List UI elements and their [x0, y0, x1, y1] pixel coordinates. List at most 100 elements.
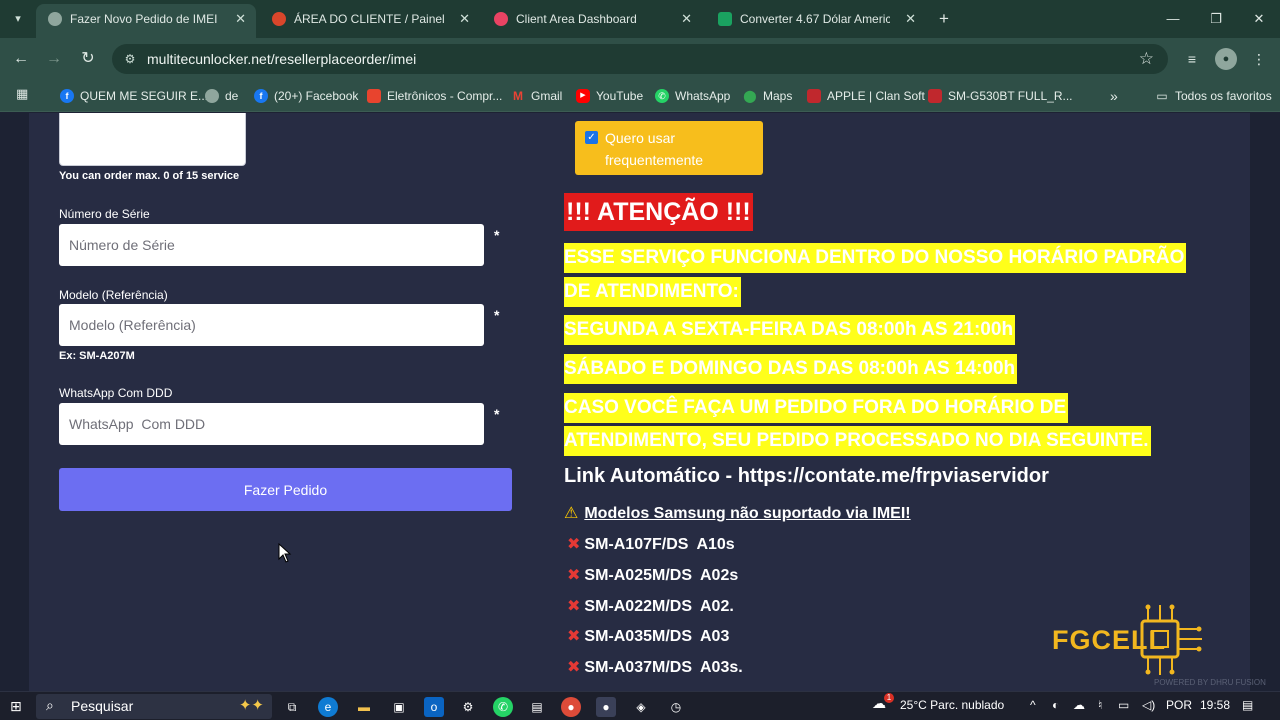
- back-arrow-icon[interactable]: ←: [10, 48, 32, 70]
- network-icon[interactable]: ▭: [1118, 698, 1129, 712]
- tab-title: ÁREA DO CLIENTE / Painel de c: [294, 12, 444, 26]
- bookmark-item[interactable]: de: [205, 86, 238, 106]
- restore-icon[interactable]: ❐: [1205, 8, 1227, 30]
- weather-text[interactable]: 25°C Parc. nublado: [900, 698, 1004, 712]
- imei-textarea[interactable]: [59, 113, 246, 166]
- bookmark-item[interactable]: M Gmail: [511, 86, 562, 106]
- media-control-icon[interactable]: ≡: [1181, 48, 1203, 70]
- volume-icon[interactable]: ◁): [1142, 698, 1155, 712]
- unsupported-warning: ⚠ Modelos Samsung não suportado via IMEI!: [564, 503, 911, 523]
- chrome-icon[interactable]: ●: [561, 697, 581, 717]
- onedrive-icon[interactable]: ☁: [1073, 698, 1085, 712]
- unsupported-model-row: ✖ SM-A037M/DS A03s.: [567, 657, 743, 677]
- bookmark-item[interactable]: SM-G530BT FULL_R...: [928, 86, 1073, 106]
- cross-icon: ✖: [567, 659, 581, 676]
- new-tab-button[interactable]: +: [934, 9, 954, 29]
- whatsapp-input[interactable]: [59, 403, 484, 445]
- automatic-link[interactable]: Link Automático - https://contate.me/frp…: [564, 465, 1049, 488]
- bookmark-item[interactable]: f (20+) Facebook: [254, 86, 358, 106]
- warning-icon: ⚠: [564, 505, 579, 522]
- tab-search-icon[interactable]: ▾: [8, 9, 28, 29]
- tab-converter[interactable]: Converter 4.67 Dólar Americano ✕: [706, 4, 926, 34]
- edge-icon[interactable]: e: [318, 697, 338, 717]
- bookmarks-bar: ▦ f QUEM ME SEGUIR E... de f (20+) Faceboo…: [0, 80, 1280, 112]
- bookmark-item[interactable]: ✆ WhatsApp: [655, 86, 730, 106]
- cross-icon: ✖: [567, 536, 581, 553]
- bookmark-item[interactable]: Eletrônicos - Compr...: [367, 86, 502, 106]
- bookmark-label: Eletrônicos - Compr...: [387, 89, 503, 103]
- converter-icon: [718, 12, 732, 26]
- address-bar[interactable]: ⚙ multitecunlocker.net/resellerplaceorde…: [112, 44, 1168, 74]
- bookmark-label: YouTube: [596, 89, 644, 103]
- minimize-icon[interactable]: —: [1162, 8, 1184, 30]
- bookmark-label: Maps: [763, 89, 793, 103]
- model-name: A10s: [696, 536, 735, 553]
- whatsapp-icon[interactable]: ✆: [493, 697, 513, 717]
- cross-icon: ✖: [567, 598, 581, 615]
- all-bookmarks-folder[interactable]: ▭ Todos os favoritos: [1155, 86, 1271, 106]
- meet-icon[interactable]: ◐: [1052, 698, 1059, 712]
- profile-avatar[interactable]: ●: [1215, 48, 1237, 70]
- site-favicon-icon: [928, 89, 942, 103]
- folder-icon: ▭: [1156, 89, 1168, 103]
- place-order-button[interactable]: Fazer Pedido: [59, 468, 512, 511]
- more-bookmarks-chevron-icon[interactable]: »: [1110, 86, 1118, 106]
- close-icon[interactable]: ✕: [235, 4, 246, 34]
- model-name: A03: [699, 628, 730, 645]
- model-input[interactable]: [59, 304, 484, 346]
- close-icon[interactable]: ✕: [681, 4, 692, 34]
- model-code: SM-A107F/DS: [584, 536, 689, 553]
- store-icon[interactable]: ▣: [389, 697, 409, 717]
- tab-client-area[interactable]: Client Area Dashboard ✕: [482, 4, 702, 34]
- attention-title: !!! ATENÇÃO !!!: [564, 193, 753, 231]
- windows-start-icon[interactable]: ⊞: [10, 698, 26, 714]
- notifications-icon[interactable]: ▤: [1242, 698, 1253, 712]
- model-name: A02s: [699, 567, 739, 584]
- serial-label: Número de Série: [59, 207, 150, 221]
- search-icon: ⌕: [46, 697, 54, 713]
- site-info-icon[interactable]: ⚙: [122, 51, 138, 67]
- calculator-icon[interactable]: ▤: [527, 697, 547, 717]
- security-shield-icon[interactable]: ◈: [631, 697, 651, 717]
- notice-line: SEGUNDA A SEXTA-FEIRA DAS 08:00h AS 21:0…: [564, 315, 1016, 345]
- bookmark-star-icon[interactable]: ☆: [1139, 49, 1154, 69]
- apps-grid-icon[interactable]: ▦: [16, 86, 32, 102]
- bookmark-item[interactable]: APPLE | Clan Soft: [807, 86, 925, 106]
- model-code: SM-A025M/DS: [584, 567, 692, 584]
- url-text[interactable]: multitecunlocker.net/resellerplaceorder/…: [147, 44, 416, 74]
- model-code: SM-A022M/DS: [584, 598, 692, 615]
- language-indicator[interactable]: POR: [1166, 698, 1192, 712]
- file-explorer-icon[interactable]: ▬: [354, 697, 374, 717]
- menu-kebab-icon[interactable]: ⋮: [1248, 48, 1270, 70]
- favorite-toggle-card[interactable]: ✓ Quero usar frequentemente: [575, 121, 763, 175]
- tab-fazer-pedido[interactable]: Fazer Novo Pedido de IMEI ✕: [36, 4, 256, 38]
- tab-title: Fazer Novo Pedido de IMEI: [70, 12, 218, 26]
- notice-line: DE ATENDIMENTO:: [564, 277, 741, 307]
- task-view-icon[interactable]: ⧉: [282, 697, 302, 717]
- tab-area-cliente[interactable]: ÁREA DO CLIENTE / Painel de c ✕: [260, 4, 480, 34]
- app-clock-icon[interactable]: ◷: [666, 697, 686, 717]
- serial-input[interactable]: [59, 224, 484, 266]
- clansoft-icon: [807, 89, 821, 103]
- outlook-icon[interactable]: o: [424, 697, 444, 717]
- microphone-icon[interactable]: ♮: [1098, 698, 1102, 712]
- close-icon[interactable]: ✕: [905, 4, 916, 34]
- favorite-checkbox[interactable]: ✓: [585, 131, 598, 144]
- model-name: A02.: [699, 598, 734, 615]
- chrome-active-icon[interactable]: ●: [596, 697, 616, 717]
- gmail-icon: M: [513, 89, 523, 103]
- close-icon[interactable]: ✕: [459, 4, 470, 34]
- close-window-icon[interactable]: ✕: [1248, 8, 1270, 30]
- clock-time[interactable]: 19:58: [1200, 698, 1230, 712]
- tab-title: Client Area Dashboard: [516, 12, 637, 26]
- required-mark: *: [494, 227, 500, 243]
- forward-arrow-icon[interactable]: →: [43, 48, 65, 70]
- bookmark-item[interactable]: f QUEM ME SEGUIR E...: [60, 86, 208, 106]
- tray-chevron-icon[interactable]: ^: [1030, 698, 1036, 712]
- bookmark-item[interactable]: ▶ YouTube: [576, 86, 643, 106]
- reload-icon[interactable]: ↻: [77, 48, 99, 70]
- bookmark-item[interactable]: ⬤ Maps: [743, 86, 792, 106]
- settings-gear-icon[interactable]: ⚙: [458, 697, 478, 717]
- taskbar-search[interactable]: ⌕ Pesquisar ✦✦: [36, 694, 272, 719]
- order-limit-hint: You can order max. 0 of 15 service: [59, 170, 240, 182]
